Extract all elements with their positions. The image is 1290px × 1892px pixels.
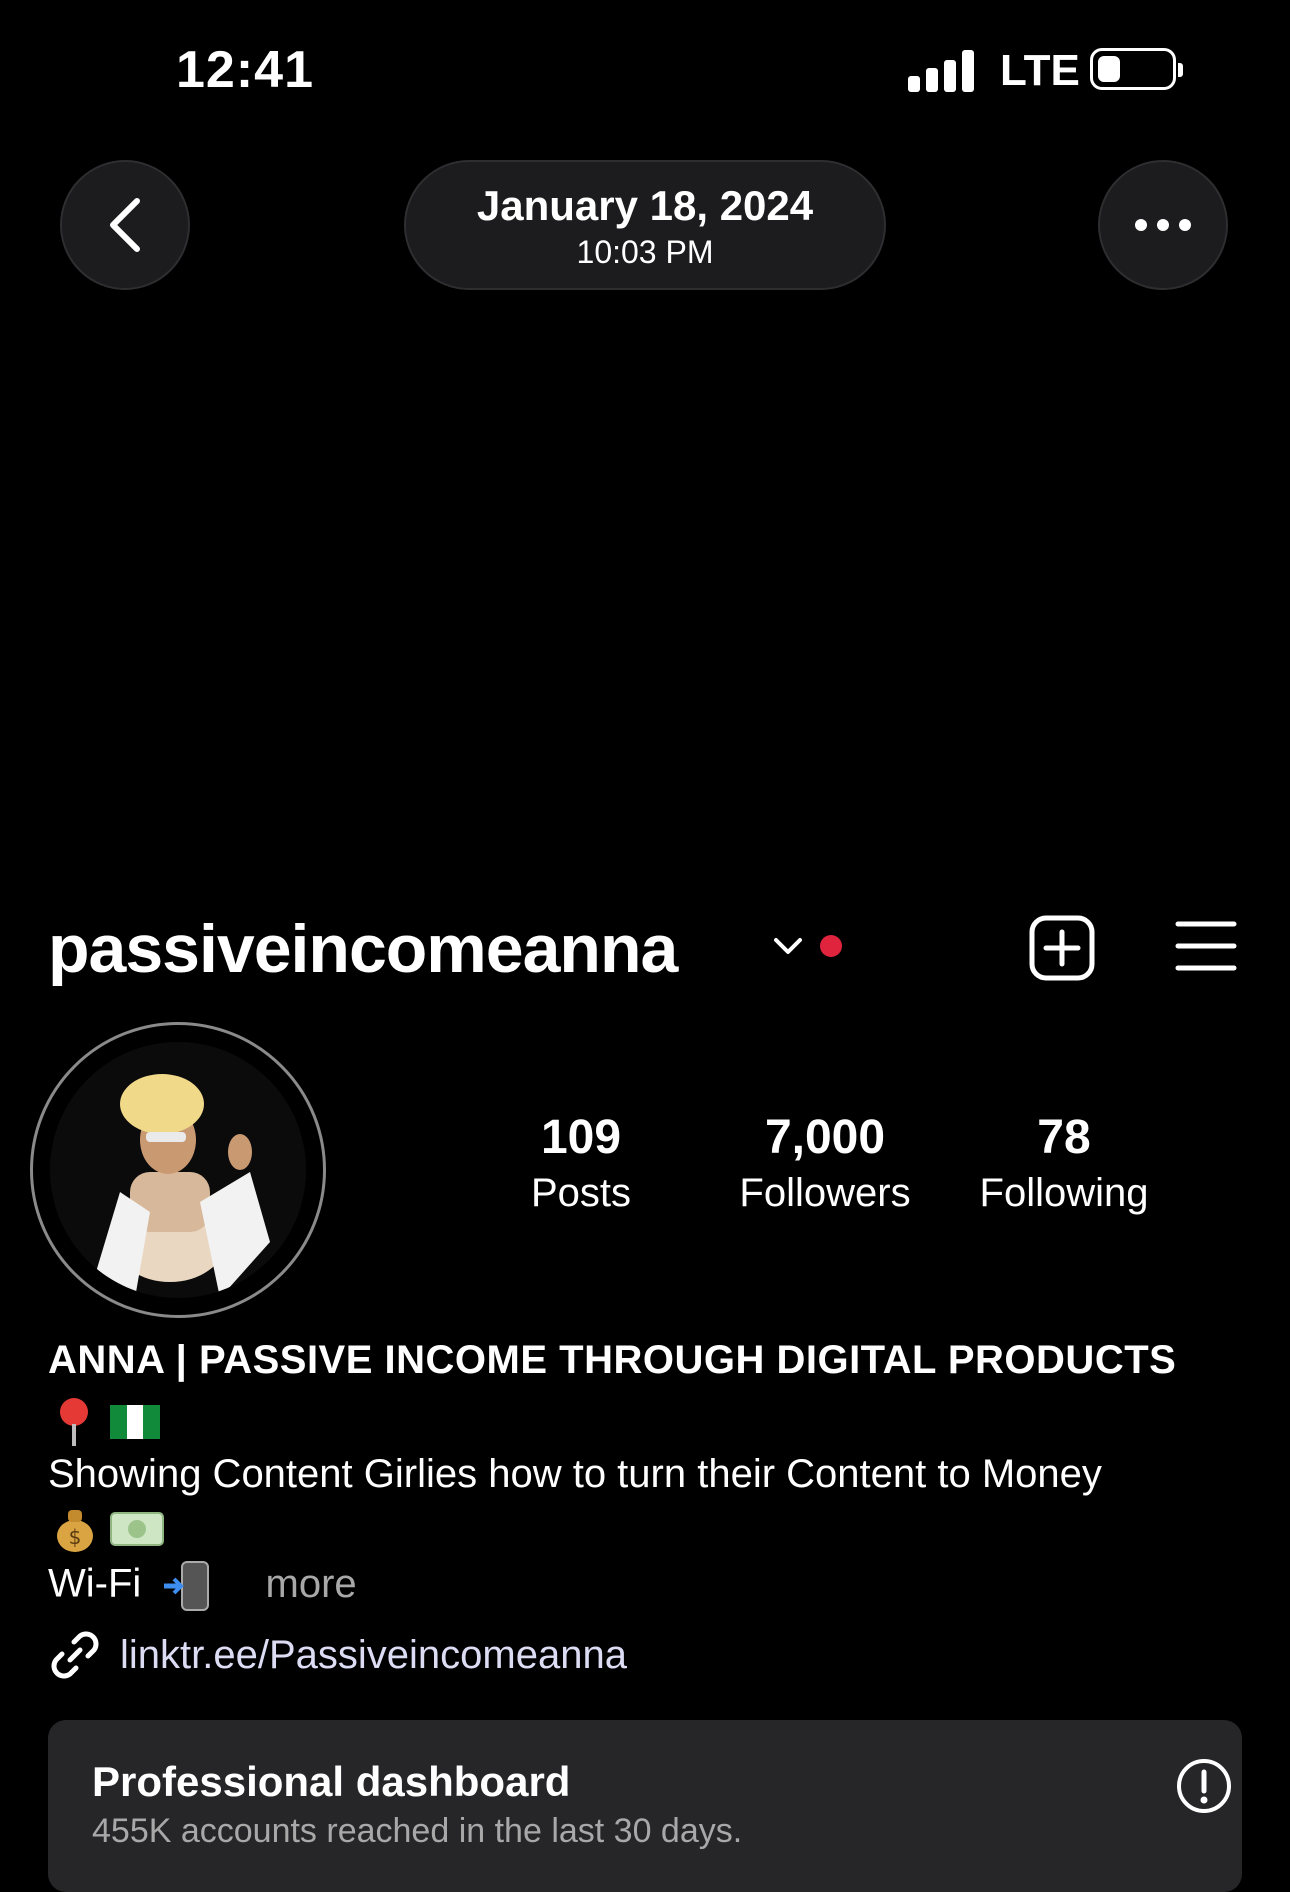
bio-wifi-row: Wi-Fi more [48,1560,357,1612]
bio-more-link[interactable]: more [266,1562,357,1606]
followers-count: 7,000 [764,1111,886,1164]
dashboard-subtitle: 455K accounts reached in the last 30 day… [92,1812,743,1850]
date-label: January 18, 2024 [476,182,814,229]
profile-link[interactable]: linktr.ee/Passiveincomeanna [48,1628,627,1682]
avatar[interactable] [50,1042,306,1298]
profile-username[interactable]: passiveincomeanna [48,910,678,988]
bio-emoji-row-2: $ [54,1504,165,1554]
status-time: 12:41 [176,41,314,99]
stat-following[interactable]: 78 Following [966,1110,1162,1216]
cash-icon [110,1512,165,1546]
pin-icon [60,1398,88,1446]
network-type: LTE [1000,46,1080,95]
date-header: January 18, 2024 10:03 PM [404,160,886,290]
dashboard-title: Professional dashboard [92,1758,571,1805]
following-label: Following [979,1171,1149,1215]
time-label: 10:03 PM [576,234,714,270]
avatar-image [50,1042,306,1298]
posts-count: 109 [540,1111,622,1164]
add-post-icon[interactable] [1028,914,1096,982]
battery-icon [1090,48,1183,90]
info-icon[interactable] [1176,1758,1232,1814]
signal-icon [908,50,976,92]
following-count: 78 [1037,1111,1091,1164]
stat-followers[interactable]: 7,000 Followers [720,1110,930,1216]
bio-wifi-text: Wi-Fi [48,1561,142,1606]
link-icon [51,1631,99,1679]
bio-line: Showing Content Girlies how to turn thei… [48,1452,1102,1496]
nigeria-flag-icon [110,1405,161,1439]
svg-text:$: $ [69,1525,82,1549]
back-icon [110,198,140,252]
more-icon [1135,219,1191,231]
stat-posts[interactable]: 109 Posts [520,1110,642,1216]
notification-dot [820,935,842,957]
posts-label: Posts [530,1171,632,1215]
link-text: linktr.ee/Passiveincomeanna [120,1632,627,1677]
menu-icon[interactable] [1174,918,1238,974]
bio-emoji-row-1 [54,1396,161,1448]
money-bag-icon: $ [57,1510,93,1552]
professional-dashboard-card[interactable] [48,1720,1242,1892]
bio-name: ANNA | PASSIVE INCOME THROUGH DIGITAL PR… [48,1338,1177,1382]
back-button[interactable] [60,160,190,290]
phone-arrow-icon [164,1561,210,1611]
followers-label: Followers [739,1171,911,1215]
chevron-down-icon[interactable] [770,928,806,964]
more-options-button[interactable] [1098,160,1228,290]
